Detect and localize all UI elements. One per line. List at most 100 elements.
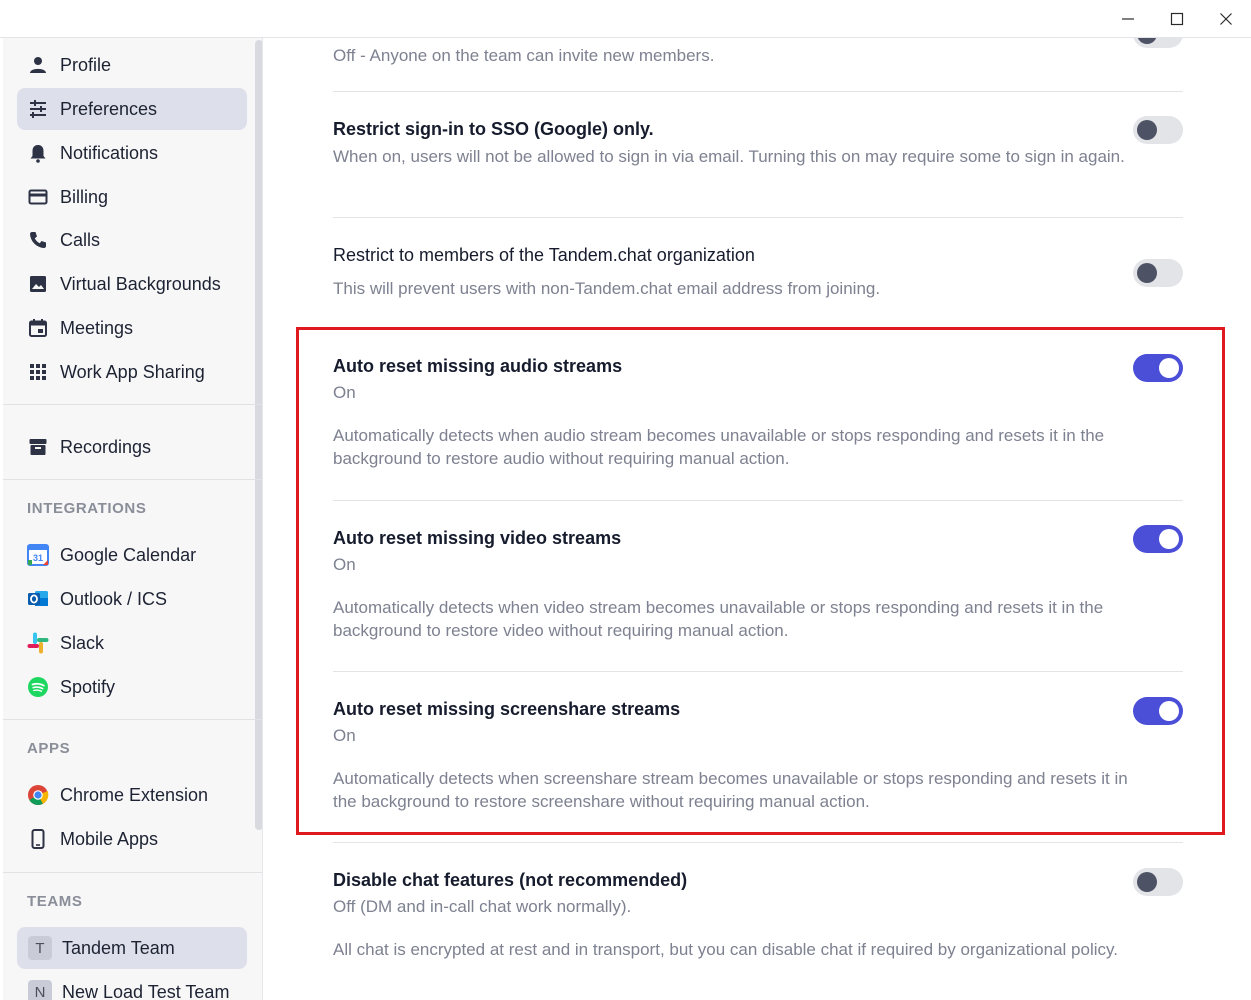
setting-title: Auto reset missing video streams — [333, 528, 622, 548]
sidebar-item-label: Preferences — [60, 98, 158, 119]
sidebar-item-label: Slack — [60, 632, 105, 653]
sidebar-divider — [3, 479, 262, 480]
sso-toggle[interactable] — [1133, 116, 1183, 144]
setting-status: On — [333, 726, 356, 745]
maximize-button[interactable] — [1152, 0, 1202, 38]
sidebar-item-label: Work App Sharing — [60, 361, 205, 382]
mobile-phone-icon — [26, 827, 50, 851]
audio-setting: Auto reset missing audio streams On Auto… — [333, 356, 1183, 470]
sidebar-item-label: Notifications — [60, 142, 159, 163]
sidebar-item-virtual-backgrounds[interactable]: Virtual Backgrounds — [17, 263, 247, 305]
chat-setting: Disable chat features (not recommended) … — [333, 870, 1183, 961]
sidebar-item-slack[interactable]: Slack — [17, 622, 247, 664]
settings-sidebar: Profile Preferences Notifications Billin… — [3, 38, 263, 1000]
sidebar-item-notifications[interactable]: Notifications — [17, 132, 247, 174]
toggle-knob — [1159, 358, 1179, 378]
image-icon — [26, 272, 50, 296]
sidebar-item-label: Profile — [60, 54, 112, 75]
toggle-knob — [1159, 701, 1179, 721]
preferences-panel: Off - Anyone on the team can invite new … — [263, 38, 1251, 1000]
sidebar-item-chrome-extension[interactable]: Chrome Extension — [17, 774, 247, 816]
setting-description: When on, users will not be allowed to si… — [333, 147, 1125, 166]
sidebar-divider — [3, 404, 262, 405]
setting-divider — [333, 500, 1183, 501]
sliders-icon — [26, 97, 50, 121]
invite-setting: Off - Anyone on the team can invite new … — [333, 44, 1183, 67]
setting-title: Restrict to members of the Tandem.chat o… — [333, 245, 755, 265]
sidebar-item-label: Recordings — [60, 436, 152, 457]
apps-heading: APPS — [27, 740, 71, 757]
close-button[interactable] — [1201, 0, 1251, 38]
minimize-button[interactable] — [1103, 0, 1153, 38]
sso-setting: Restrict sign-in to SSO (Google) only. W… — [333, 119, 1183, 168]
sidebar-item-label: Tandem Team — [62, 937, 175, 958]
sidebar-item-label: New Load Test Team — [62, 981, 230, 1000]
teams-heading: TEAMS — [27, 893, 83, 910]
team-avatar: N — [28, 980, 52, 1000]
setting-title: Auto reset missing screenshare streams — [333, 699, 681, 719]
calendar-icon — [26, 316, 50, 340]
org-members-toggle[interactable] — [1133, 259, 1183, 287]
setting-divider — [333, 842, 1183, 843]
org-members-setting: Restrict to members of the Tandem.chat o… — [333, 245, 1183, 300]
phone-icon — [26, 228, 50, 252]
sidebar-item-team-tandem[interactable]: T Tandem Team — [17, 927, 247, 969]
svg-text:31: 31 — [33, 553, 43, 563]
sidebar-item-billing[interactable]: Billing — [17, 176, 247, 218]
setting-divider — [333, 217, 1183, 218]
sidebar-item-google-calendar[interactable]: 31 Google Calendar — [17, 534, 247, 576]
setting-description: All chat is encrypted at rest and in tra… — [333, 940, 1118, 959]
sidebar-item-team-new-load-test[interactable]: N New Load Test Team — [17, 971, 247, 1000]
team-initial: T — [28, 936, 52, 960]
sidebar-item-label: Mobile Apps — [60, 828, 159, 849]
sidebar-item-calls[interactable]: Calls — [17, 219, 247, 261]
sidebar-item-label: Virtual Backgrounds — [60, 273, 221, 294]
setting-title: Disable chat features (not recommended) — [333, 870, 688, 890]
setting-status: On — [333, 555, 356, 574]
close-icon — [1220, 13, 1232, 25]
setting-description: Off - Anyone on the team can invite new … — [333, 46, 715, 65]
chat-toggle[interactable] — [1133, 868, 1183, 896]
setting-description: Automatically detects when video stream … — [333, 598, 1104, 640]
screenshare-toggle[interactable] — [1133, 697, 1183, 725]
toggle-knob — [1137, 120, 1157, 140]
sidebar-item-profile[interactable]: Profile — [17, 44, 247, 86]
team-initial: N — [28, 980, 52, 1000]
setting-divider — [333, 91, 1183, 92]
google-calendar-icon: 31 — [26, 543, 50, 567]
sidebar-item-label: Spotify — [60, 676, 116, 697]
grid-icon — [26, 360, 50, 384]
sidebar-item-label: Outlook / ICS — [60, 588, 168, 609]
outlook-icon — [26, 587, 50, 611]
setting-divider — [333, 671, 1183, 672]
setting-description: Automatically detects when audio stream … — [333, 426, 1105, 468]
sidebar-item-outlook[interactable]: Outlook / ICS — [17, 578, 247, 620]
sidebar-item-work-app-sharing[interactable]: Work App Sharing — [17, 351, 247, 393]
sidebar-item-label: Billing — [60, 186, 109, 207]
setting-title: Restrict sign-in to SSO (Google) only. — [333, 119, 654, 139]
video-toggle[interactable] — [1133, 525, 1183, 553]
audio-toggle[interactable] — [1133, 354, 1183, 382]
archive-icon — [26, 435, 50, 459]
sidebar-item-mobile-apps[interactable]: Mobile Apps — [17, 818, 247, 860]
video-setting: Auto reset missing video streams On Auto… — [333, 528, 1183, 642]
toggle-knob — [1137, 872, 1157, 892]
sidebar-item-recordings[interactable]: Recordings — [17, 426, 247, 468]
sidebar-divider — [3, 719, 262, 720]
sidebar-scrollbar[interactable] — [255, 40, 262, 830]
sidebar-item-preferences[interactable]: Preferences — [17, 88, 247, 130]
minimize-icon — [1122, 18, 1134, 20]
sidebar-item-spotify[interactable]: Spotify — [17, 666, 247, 708]
team-avatar: T — [28, 936, 52, 960]
sidebar-item-label: Meetings — [60, 317, 134, 338]
sidebar-divider — [3, 872, 262, 873]
spotify-icon — [26, 675, 50, 699]
credit-card-icon — [26, 185, 50, 209]
setting-description: This will prevent users with non-Tandem.… — [333, 279, 881, 298]
integrations-heading: INTEGRATIONS — [27, 500, 147, 517]
bell-icon — [26, 141, 50, 165]
sidebar-item-label: Chrome Extension — [60, 784, 209, 805]
maximize-icon — [1170, 12, 1184, 26]
sidebar-item-meetings[interactable]: Meetings — [17, 307, 247, 349]
sidebar-item-label: Calls — [60, 229, 101, 250]
